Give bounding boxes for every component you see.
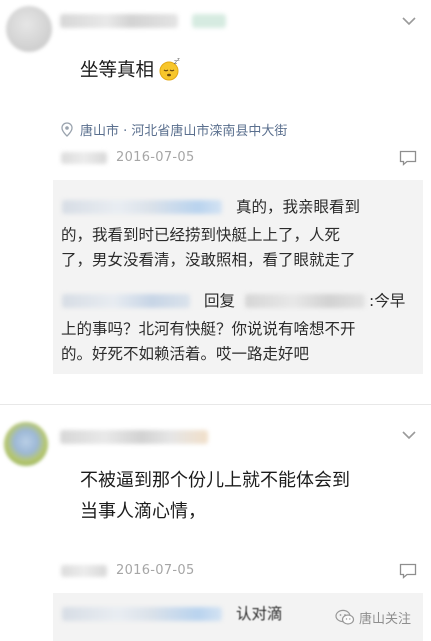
post-text: 坐等真相 <box>80 60 155 81</box>
reply-partial-text: 认对滴 <box>236 605 283 623</box>
svg-text:z: z <box>177 57 180 63</box>
meta-user-redacted <box>61 565 107 577</box>
reply-2-line-1-tail: :今早 <box>369 292 406 310</box>
chevron-down-icon[interactable] <box>401 16 417 26</box>
reply-username-redacted <box>62 200 222 214</box>
avatar[interactable] <box>4 422 48 466</box>
location-text: 唐山市 · 河北省唐山市滦南县中大街 <box>80 124 288 139</box>
sleepy-face-icon: z z <box>158 57 182 81</box>
post-text-line-2: 当事人滴心情， <box>80 501 206 522</box>
reply-2-line-2: 上的事吗？北河有快艇？你说说有啥想不开 <box>61 320 356 338</box>
username-redacted[interactable] <box>60 430 208 444</box>
reply-1-line-1: 真的，我亲眼看到 <box>236 198 361 216</box>
location-pin-icon <box>61 122 73 137</box>
reply-1-line-3: 了，男女没看清，没敢照相，看了眼就走了 <box>61 251 356 269</box>
watermark-text: 唐山关注 <box>359 612 412 627</box>
reply-username-redacted <box>62 294 190 308</box>
chevron-down-icon[interactable] <box>401 430 417 440</box>
avatar[interactable] <box>6 6 52 52</box>
post-text-row: 坐等真相 z z <box>80 56 182 82</box>
post-text-line-1: 不被逼到那个份儿上就不能体会到 <box>80 470 350 491</box>
location-row[interactable]: 唐山市 · 河北省唐山市滦南县中大街 <box>61 120 287 139</box>
post-divider <box>0 404 431 405</box>
reply-username-redacted <box>62 607 222 621</box>
wechat-icon <box>335 609 355 626</box>
meta-user-redacted <box>61 152 107 164</box>
watermark: 唐山关注 <box>335 608 411 627</box>
reply-1-line-2: 的，我看到时已经捞到快艇上上了，人死 <box>61 226 341 244</box>
post-date: 2016-07-05 <box>116 563 195 578</box>
comment-icon[interactable] <box>399 150 417 166</box>
reply-prefix: 回复 <box>204 292 236 310</box>
post-date: 2016-07-05 <box>116 150 195 165</box>
username-redacted[interactable] <box>60 14 178 28</box>
comment-icon[interactable] <box>399 563 417 579</box>
reply-2-line-3: 的。好死不如赖活着。哎一路走好吧 <box>61 345 310 363</box>
user-badge-redacted <box>192 14 226 28</box>
reply-target-redacted <box>245 294 365 308</box>
